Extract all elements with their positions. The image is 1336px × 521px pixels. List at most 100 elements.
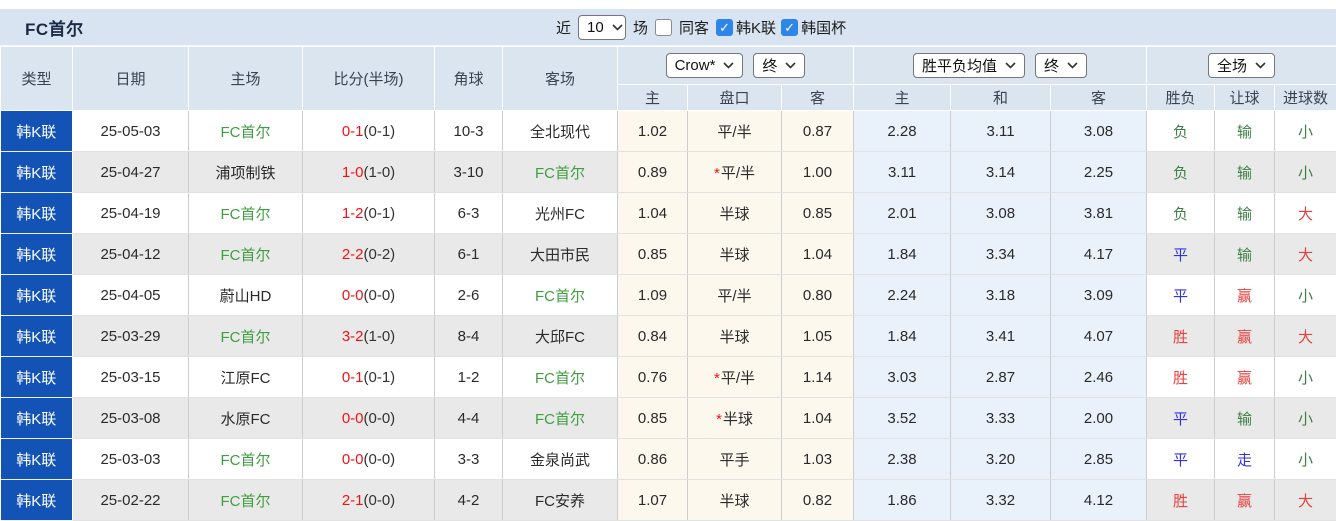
odds-home-cell: 1.02 <box>618 111 688 152</box>
fulltime-score: 0-1 <box>342 369 364 386</box>
date-cell: 25-03-08 <box>73 398 189 439</box>
recent-count-select[interactable]: 10 <box>578 15 626 40</box>
home-team-cell: FC首尔 <box>189 316 303 357</box>
handicap-cell: *平/半 <box>688 152 782 193</box>
home-team-cell: 水原FC <box>189 398 303 439</box>
handicap-result-cell: 走 <box>1215 439 1275 480</box>
handicap-result-cell: 赢 <box>1215 316 1275 357</box>
goals-result-cell: 大 <box>1275 193 1336 234</box>
avg-lose-cell: 3.81 <box>1051 193 1147 234</box>
away-team-cell: FC安养 <box>503 480 618 521</box>
avg-type-select[interactable]: 胜平负均值 <box>913 53 1025 78</box>
handicap-text: 半球 <box>719 493 749 510</box>
odds-home-cell: 1.09 <box>618 275 688 316</box>
subcol-handicap-result: 让球 <box>1215 85 1275 111</box>
corner-cell: 6-1 <box>435 234 503 275</box>
handicap-cell: 平/半 <box>688 111 782 152</box>
result-cell: 平 <box>1147 439 1215 480</box>
halftime-score: (1-0) <box>364 328 396 345</box>
result-cell: 平 <box>1147 275 1215 316</box>
col-header-score: 比分(半场) <box>303 47 435 111</box>
subcol-odds-home: 主 <box>618 85 688 111</box>
handicap-cell: 半球 <box>688 193 782 234</box>
league-type-cell: 韩K联 <box>1 316 73 357</box>
home-team-cell: 蔚山HD <box>189 275 303 316</box>
avg-time-select[interactable]: 终 <box>1035 53 1087 78</box>
handicap-result-cell: 输 <box>1215 234 1275 275</box>
result-cell: 平 <box>1147 398 1215 439</box>
result-cell: 平 <box>1147 234 1215 275</box>
cup-checkbox[interactable]: ✓ <box>781 19 798 36</box>
result-scope-select[interactable]: 全场 <box>1208 53 1275 78</box>
avg-time-value: 终 <box>1044 55 1059 76</box>
odds-home-cell: 1.07 <box>618 480 688 521</box>
avg-draw-cell: 3.14 <box>951 152 1051 193</box>
odds-group-header: Crow* 终 <box>618 47 854 85</box>
odds-away-cell: 0.87 <box>782 111 854 152</box>
odds-company-select[interactable]: Crow* <box>666 53 744 78</box>
score-cell: 0-0(0-0) <box>303 398 435 439</box>
match-row: 韩K联25-04-27浦项制铁1-0(1-0)3-10FC首尔0.89*平/半1… <box>1 152 1336 193</box>
fulltime-score: 0-0 <box>342 287 364 304</box>
col-header-home: 主场 <box>189 47 303 111</box>
avg-lose-cell: 3.09 <box>1051 275 1147 316</box>
match-row: 韩K联25-03-08水原FC0-0(0-0)4-4FC首尔0.85*半球1.0… <box>1 398 1336 439</box>
handicap-text: 半球 <box>723 411 753 428</box>
odds-time-select[interactable]: 终 <box>753 53 805 78</box>
avg-lose-cell: 3.08 <box>1051 111 1147 152</box>
star-icon: * <box>716 411 722 428</box>
league-type-cell: 韩K联 <box>1 193 73 234</box>
halftime-score: (0-0) <box>364 492 396 509</box>
league-label: 韩K联 <box>736 17 776 38</box>
league-type-cell: 韩K联 <box>1 357 73 398</box>
match-history-table: 类型 日期 主场 比分(半场) 角球 客场 Crow* 终 <box>0 46 1336 521</box>
fulltime-score: 3-2 <box>342 328 364 345</box>
odds-away-cell: 0.80 <box>782 275 854 316</box>
avg-draw-cell: 3.20 <box>951 439 1051 480</box>
fulltime-score: 0-0 <box>342 410 364 427</box>
handicap-cell: 平手 <box>688 439 782 480</box>
handicap-result-cell: 输 <box>1215 398 1275 439</box>
odds-company-value: Crow* <box>675 57 716 74</box>
avg-win-cell: 3.52 <box>854 398 951 439</box>
table-header: 类型 日期 主场 比分(半场) 角球 客场 Crow* 终 <box>1 47 1336 111</box>
avg-draw-cell: 3.08 <box>951 193 1051 234</box>
avg-draw-cell: 3.34 <box>951 234 1051 275</box>
odds-home-cell: 0.86 <box>618 439 688 480</box>
subcol-odds-away: 客 <box>782 85 854 111</box>
odds-away-cell: 1.03 <box>782 439 854 480</box>
filter-controls: 近 10 场 同客 ✓ 韩K联 ✓ 韩国杯 <box>556 9 846 45</box>
goals-result-cell: 大 <box>1275 480 1336 521</box>
league-checkbox[interactable]: ✓ <box>716 19 733 36</box>
fulltime-score: 0-0 <box>342 451 364 468</box>
score-cell: 0-0(0-0) <box>303 275 435 316</box>
home-team-cell: 浦项制铁 <box>189 152 303 193</box>
halftime-score: (0-0) <box>364 410 396 427</box>
score-cell: 0-0(0-0) <box>303 439 435 480</box>
avg-lose-cell: 4.17 <box>1051 234 1147 275</box>
corner-cell: 2-6 <box>435 275 503 316</box>
away-team-cell: FC首尔 <box>503 357 618 398</box>
result-cell: 胜 <box>1147 357 1215 398</box>
fulltime-score: 1-0 <box>342 164 364 181</box>
result-cell: 胜 <box>1147 316 1215 357</box>
halftime-score: (0-1) <box>364 205 396 222</box>
recent-count-value: 10 <box>587 19 604 36</box>
odds-home-cell: 0.85 <box>618 398 688 439</box>
match-row: 韩K联25-03-29FC首尔3-2(1-0)8-4大邱FC0.84半球1.05… <box>1 316 1336 357</box>
handicap-cell: 平/半 <box>688 275 782 316</box>
date-cell: 25-03-03 <box>73 439 189 480</box>
avg-win-cell: 2.01 <box>854 193 951 234</box>
result-group-header: 全场 <box>1147 47 1336 85</box>
handicap-cell: *半球 <box>688 398 782 439</box>
avg-lose-cell: 4.12 <box>1051 480 1147 521</box>
table-body: 韩K联25-05-03FC首尔0-1(0-1)10-3全北现代1.02平/半0.… <box>1 111 1336 521</box>
date-cell: 25-04-12 <box>73 234 189 275</box>
same-venue-checkbox[interactable] <box>655 19 672 36</box>
away-team-cell: FC首尔 <box>503 152 618 193</box>
handicap-result-cell: 输 <box>1215 111 1275 152</box>
odds-home-cell: 0.76 <box>618 357 688 398</box>
handicap-cell: 半球 <box>688 234 782 275</box>
fulltime-score: 0-1 <box>342 123 364 140</box>
handicap-cell: *平/半 <box>688 357 782 398</box>
